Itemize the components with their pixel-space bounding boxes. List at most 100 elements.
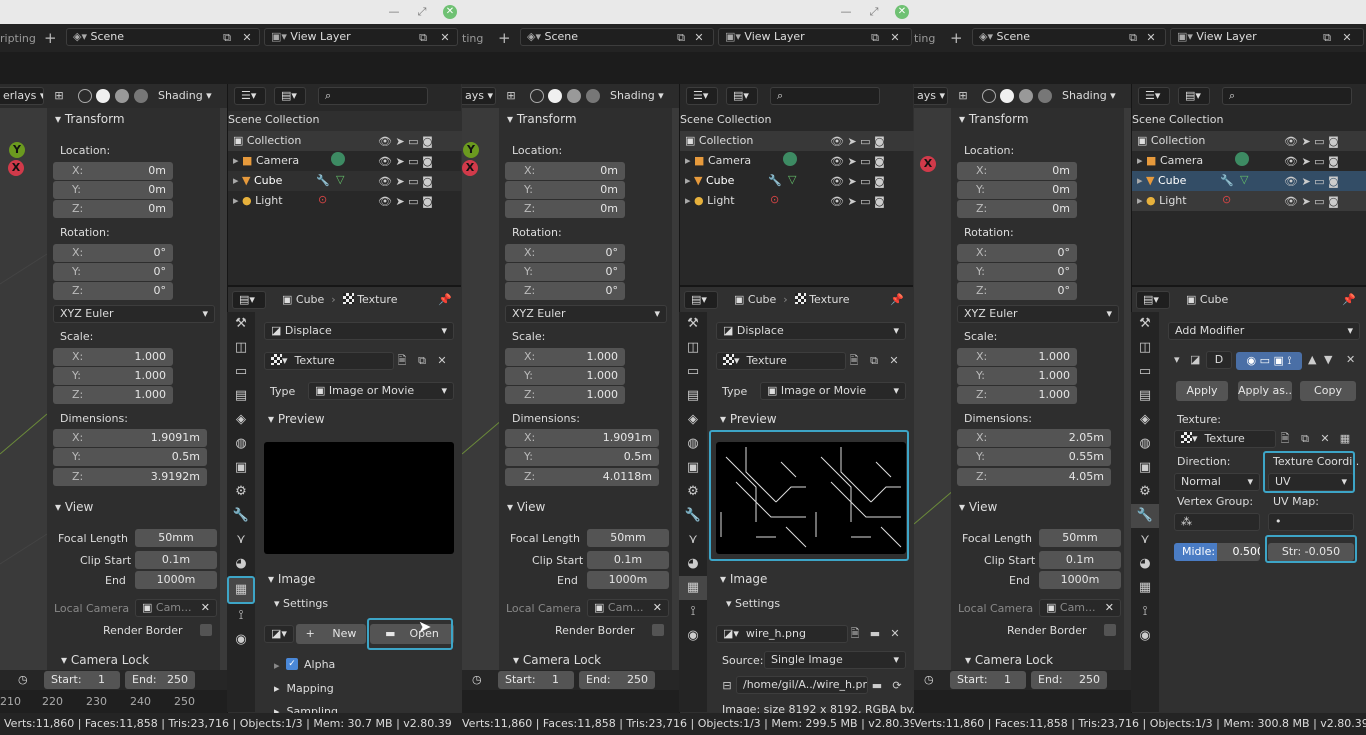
local-camera-field[interactable]: ▣ Cam... ✕	[587, 599, 669, 617]
tab-tool[interactable]: ⚒	[679, 312, 707, 336]
rotation-y-field[interactable]: Y: 0°	[53, 263, 173, 281]
overlays-dropdown[interactable]: erlays ▾	[0, 87, 44, 105]
direction-dropdown[interactable]: Normal ▾	[1174, 473, 1260, 491]
browse-file-icon[interactable]: ▬	[870, 679, 884, 693]
dimensions-x-field[interactable]: X: 2.05m	[957, 429, 1111, 447]
shading-rendered-icon[interactable]	[134, 89, 148, 103]
modifier-wrench-icon[interactable]: 🔧	[316, 174, 330, 187]
timeline-ruler[interactable]: 210 220 230 240 250	[0, 690, 227, 713]
unlink-texture-icon[interactable]: ✕	[435, 354, 449, 368]
tab-object-data[interactable]: ⟟	[679, 600, 707, 624]
editor-type-dropdown[interactable]: ▤▾	[684, 291, 718, 309]
view-panel-header[interactable]: ▾ View	[959, 500, 997, 514]
location-y-field[interactable]: Y: 0m	[53, 181, 173, 199]
tab-scene[interactable]: ◈	[227, 408, 255, 432]
outliner-search-input[interactable]: ⌕	[1222, 87, 1352, 105]
light-row[interactable]: ▸ ● Light	[685, 194, 735, 207]
tab-particles[interactable]: ⋎	[1131, 528, 1159, 552]
texture-type-dropdown[interactable]: ▣ Image or Movie ▾	[308, 382, 454, 400]
add-workspace-icon[interactable]: +	[950, 29, 963, 47]
scale-y-field[interactable]: Y: 1.000	[957, 367, 1077, 385]
shading-material-icon[interactable]	[1019, 89, 1033, 103]
view-panel-header[interactable]: ▾ View	[55, 500, 93, 514]
minimize-icon[interactable]: —	[387, 5, 401, 19]
maximize-icon[interactable]: ⤢	[415, 5, 429, 19]
gizmo-toggle-icon[interactable]: ⊞	[504, 89, 518, 103]
tab-object[interactable]: ▣	[679, 456, 707, 480]
visibility-icons[interactable]: 👁 ➤ ▭ ◙ 👁 ➤ ▭ ◙ 👁 ➤ ▭ ◙ 👁 ➤ ▭ ◙	[830, 132, 885, 212]
add-workspace-icon[interactable]: +	[498, 29, 511, 47]
shading-rendered-icon[interactable]	[586, 89, 600, 103]
scale-x-field[interactable]: X: 1.000	[53, 348, 173, 366]
duplicate-texture-icon[interactable]: ⧉	[1298, 432, 1312, 446]
tab-render[interactable]: ◫	[227, 336, 255, 360]
pin-icon[interactable]: 📌	[438, 293, 452, 306]
vertex-group-field[interactable]: ⁂	[1174, 513, 1260, 531]
gizmo-y-axis[interactable]: Y	[9, 142, 25, 158]
outliner-search-input[interactable]: ⌕	[318, 87, 428, 105]
new-image-button[interactable]: + New	[296, 624, 366, 644]
gizmo-toggle-icon[interactable]: ⊞	[956, 89, 970, 103]
outliner-search-input[interactable]: ⌕	[770, 87, 880, 105]
fake-user-icon[interactable]: 🗎	[848, 627, 862, 641]
tab-tool[interactable]: ⚒	[227, 312, 255, 336]
tab-constraints[interactable]: ⚙	[679, 480, 707, 504]
duplicate-layer-icon[interactable]: ⧉	[1320, 31, 1334, 45]
rotation-y-field[interactable]: Y: 0°	[957, 263, 1077, 281]
move-down-icon[interactable]: ▼	[1324, 353, 1332, 366]
duplicate-texture-icon[interactable]: ⧉	[867, 354, 881, 368]
tab-tool[interactable]: ⚒	[1131, 312, 1159, 336]
clip-end-field[interactable]: 1000m	[135, 571, 217, 589]
camera-lock-header[interactable]: ▾ Camera Lock	[61, 653, 149, 667]
start-frame-field[interactable]: Start: 1	[950, 671, 1026, 689]
tab-object-data[interactable]: ⟟	[1131, 600, 1159, 624]
transform-panel-header[interactable]: ▾ Transform	[959, 112, 1029, 126]
visibility-icons[interactable]: 👁 ➤ ▭ ◙ 👁 ➤ ▭ ◙ 👁 ➤ ▭ ◙ 👁 ➤ ▭ ◙	[1284, 132, 1339, 212]
tab-view-layer[interactable]: ▤	[679, 384, 707, 408]
render-border-checkbox[interactable]	[652, 624, 664, 636]
filter-mode-dropdown[interactable]: ▤▾	[1178, 87, 1210, 105]
display-mode-dropdown[interactable]: ☰▾	[686, 87, 718, 105]
overlays-dropdown[interactable]: ays ▾	[914, 87, 948, 105]
end-frame-field[interactable]: End: 250	[579, 671, 655, 689]
delete-scene-icon[interactable]: ✕	[240, 31, 254, 45]
tab-physics[interactable]: ◕	[679, 552, 707, 576]
light-row[interactable]: ▸ ● Light	[233, 194, 283, 207]
gizmo-x-axis[interactable]: X	[920, 156, 936, 172]
tab-constraints[interactable]: ⚙	[227, 480, 255, 504]
rotation-mode-dropdown[interactable]: XYZ Euler ▾	[957, 305, 1119, 323]
transform-panel-header[interactable]: ▾ Transform	[55, 112, 125, 126]
image-datablock-field[interactable]: ◪▾ wire_h.png	[716, 625, 848, 643]
tab-output[interactable]: ▭	[227, 360, 255, 384]
tab-particles[interactable]: ⋎	[227, 528, 255, 552]
rotation-y-field[interactable]: Y: 0°	[505, 263, 625, 281]
render-border-checkbox[interactable]	[1104, 624, 1116, 636]
clip-end-field[interactable]: 1000m	[1039, 571, 1121, 589]
texture-datablock-field[interactable]: ▾ Texture	[264, 352, 394, 370]
tab-modifiers[interactable]: 🔧	[227, 504, 255, 528]
location-z-field[interactable]: Z: 0m	[53, 200, 173, 218]
shading-solid-icon[interactable]	[1000, 89, 1014, 103]
shading-wireframe-icon[interactable]	[530, 89, 544, 103]
tab-world[interactable]: ◍	[1131, 432, 1159, 456]
light-data-icon[interactable]: ⊙	[1222, 193, 1231, 206]
camera-row[interactable]: ▸ ■ Camera	[233, 154, 299, 167]
alpha-expand-icon[interactable]: ▸	[274, 659, 280, 672]
title-bar[interactable]: — ⤢ ✕	[462, 0, 914, 24]
tab-output[interactable]: ▭	[679, 360, 707, 384]
workspace-tab-scripting[interactable]: ripting	[0, 32, 36, 45]
visibility-icons[interactable]: 👁 ➤ ▭ ◙ 👁 ➤ ▭ ◙ 👁 ➤ ▭ ◙ 👁 ➤ ▭ ◙	[378, 132, 433, 212]
shading-solid-icon[interactable]	[96, 89, 110, 103]
tab-view-layer[interactable]: ▤	[1131, 384, 1159, 408]
clip-end-field[interactable]: 1000m	[587, 571, 669, 589]
scale-z-field[interactable]: Z: 1.000	[505, 386, 625, 404]
add-workspace-icon[interactable]: +	[44, 29, 57, 47]
duplicate-texture-icon[interactable]: ⧉	[415, 354, 429, 368]
tab-output[interactable]: ▭	[1131, 360, 1159, 384]
tab-scene[interactable]: ◈	[679, 408, 707, 432]
rotation-x-field[interactable]: X: 0°	[505, 244, 625, 262]
copy-button[interactable]: Copy	[1300, 381, 1356, 401]
editor-type-dropdown[interactable]: ▤▾	[232, 291, 266, 309]
dimensions-y-field[interactable]: Y: 0.5m	[53, 448, 207, 466]
close-icon[interactable]: ✕	[443, 5, 457, 19]
